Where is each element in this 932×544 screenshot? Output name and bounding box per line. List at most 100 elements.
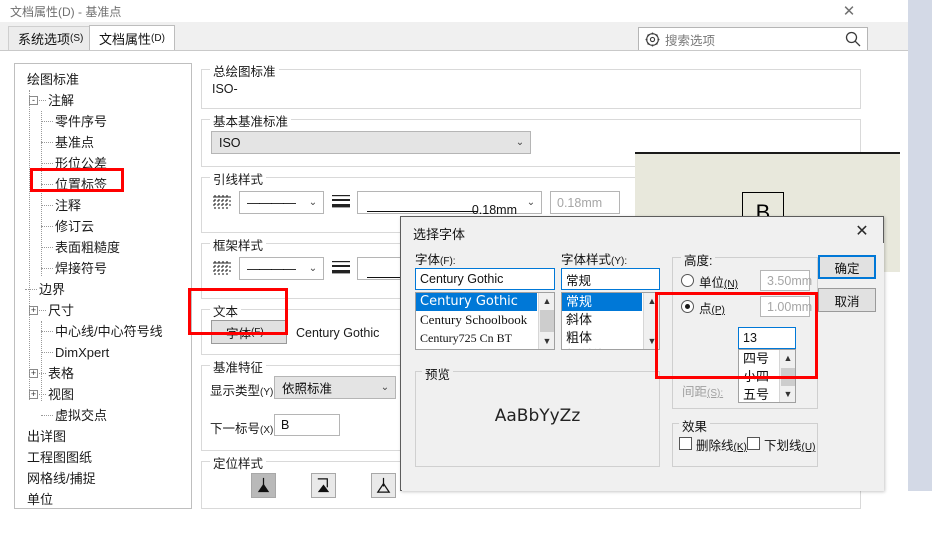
scroll-down-icon[interactable]: ▼ [539,333,554,349]
font-style-scrollbar[interactable]: ▲ ▼ [643,293,659,349]
tree-connector [41,163,53,164]
height-unit-input[interactable]: 3.50mm [760,270,813,291]
underline-checkbox[interactable] [747,437,760,450]
tree-connector [41,352,53,353]
expand-icon[interactable]: + [29,369,38,378]
tree-item-11[interactable]: + 尺寸 [15,300,191,321]
font-button[interactable]: 字体 (F)... [211,320,287,344]
layer-icon[interactable] [209,191,234,215]
tree-item-label: 注释 [55,198,82,213]
height-point-input[interactable]: 1.00mm [760,296,812,317]
frame-line-style-select[interactable]: ———— ⌄ [239,257,324,280]
font-style-list-item[interactable]: 斜体 [562,311,642,329]
group-base-datum-standard-title: 基本基准标准 [210,111,292,130]
tree-item-label: 工程图图纸 [27,450,93,465]
tree-connector [39,100,46,101]
tree-item-0[interactable]: 绘图标准 [15,69,191,90]
ok-button[interactable]: 确定 [818,255,876,279]
tree-connector [41,205,53,206]
strikeout-checkbox[interactable] [679,437,692,450]
thickness-icon[interactable] [330,191,352,213]
chevron-down-icon: ⌄ [308,197,318,208]
tree-item-1[interactable]: - 注解 [15,90,191,111]
search-icon[interactable] [845,31,861,47]
tab-system-options[interactable]: 系统选项 (S) [8,26,94,50]
point-size-list-item[interactable]: 五号 [739,386,778,402]
layer-icon[interactable] [209,257,234,281]
anchor-corner-icon[interactable] [311,473,336,498]
scrollbar-thumb[interactable] [540,310,554,332]
tree-item-17[interactable]: 出详图 [15,426,191,447]
settings-tree-scroll: 绘图标准 - 注解 零件序号 基准点 形位公差 位置标签 注释 修订云 表面粗糙度 焊接符号 边界 + 尺… [15,64,191,508]
base-datum-standard-value: ISO [219,135,241,150]
next-label-input[interactable]: B [274,414,340,436]
tab-document-properties[interactable]: 文档属性 (D) [89,25,175,51]
tree-item-10[interactable]: 边界 [15,279,191,300]
tree-item-20[interactable]: 单位 [15,489,191,508]
tree-connector [41,184,53,185]
scroll-up-icon[interactable]: ▲ [780,350,795,366]
leader-custom-thickness-input[interactable]: 0.18mm [550,191,620,214]
search-input[interactable]: 搜索选项 [638,27,868,51]
font-list-item[interactable]: Century725 Cn BT [416,329,537,347]
leader-line-style-value: ———— [247,195,296,210]
tree-item-label: 尺寸 [48,303,75,318]
app-root: 文档属性(D) - 基准点 ✕ 系统选项 (S) 文档属性 (D) 搜索选项 绘… [0,0,932,544]
desktop-right-strip [908,0,932,491]
font-list-item[interactable]: Century Gothic [416,293,537,311]
display-type-select[interactable]: 依照标准 ⌄ [274,376,396,399]
tree-item-label: 单位 [27,492,54,507]
height-unit-radio[interactable] [681,274,694,287]
display-type-value: 依照标准 [282,382,333,396]
anchor-outline-icon[interactable] [371,473,396,498]
point-size-input[interactable]: 13 [738,327,796,349]
tree-item-16[interactable]: 虚拟交点 [15,405,191,426]
leader-line-style-select[interactable]: ———— ⌄ [239,191,324,214]
height-unit-label: 单位(N) [699,276,738,290]
collapse-icon[interactable]: - [29,96,38,105]
expand-icon[interactable]: + [29,306,38,315]
font-style-list-item[interactable]: 粗斜体 [562,347,642,349]
thickness-icon[interactable] [330,257,352,279]
group-anchor-style-title: 定位样式 [210,453,267,472]
font-list-item[interactable]: Century Schoolbook [416,311,537,329]
next-label-value: B [281,418,290,432]
tree-connector [41,142,53,143]
leader-thickness-select[interactable]: 0.18mm ⌄ [357,191,542,217]
font-style-list-item[interactable]: 粗体 [562,329,642,347]
scrollbar-thumb[interactable] [781,368,795,386]
tree-item-label: 焊接符号 [55,261,108,276]
close-icon[interactable]: ✕ [828,0,870,22]
point-size-list[interactable]: 四号小四五号小五 ▲ ▼ [738,349,796,403]
point-size-scrollbar[interactable]: ▲ ▼ [779,350,795,402]
font-name-input[interactable]: Century Gothic [415,268,555,290]
font-style-field-label: 字体样式(Y): [561,253,628,267]
expand-icon[interactable]: + [29,390,38,399]
height-unit-value: 3.50mm [767,273,813,288]
anchor-filled-icon[interactable] [251,473,276,498]
base-datum-standard-select[interactable]: ISO ⌄ [211,131,531,154]
scroll-down-icon[interactable]: ▼ [644,333,659,349]
font-list[interactable]: Century Gothic Century Schoolbook Century7… [415,292,555,350]
close-icon[interactable]: ✕ [845,219,879,243]
font-style-input[interactable]: 常规 [561,268,660,290]
tree-connector-vertical [29,90,30,400]
font-list-scrollbar[interactable]: ▲ ▼ [538,293,554,349]
font-button-label: 字体 [225,326,251,341]
tree-item-18[interactable]: 工程图图纸 [15,447,191,468]
group-overall-standard: 总绘图标准 ISO- [201,61,861,109]
group-height-title: 高度: [681,250,716,269]
point-size-list-item[interactable]: 四号 [739,350,778,368]
window-title: 文档属性(D) - 基准点 [10,5,122,19]
font-style-list-item[interactable]: 常规 [562,293,642,311]
font-style-list[interactable]: 常规斜体粗体粗斜体 ▲ ▼ [561,292,660,350]
height-point-radio[interactable] [681,300,694,313]
tree-item-label: 表格 [48,366,75,381]
tree-item-19[interactable]: 网格线/捕捉 [15,468,191,489]
scroll-up-icon[interactable]: ▲ [644,293,659,309]
scroll-down-icon[interactable]: ▼ [780,386,795,402]
scroll-up-icon[interactable]: ▲ [539,293,554,309]
settings-tree[interactable]: 绘图标准 - 注解 零件序号 基准点 形位公差 位置标签 注释 修订云 表面粗糙度 焊接符号 边界 + 尺… [14,63,192,509]
cancel-button[interactable]: 取消 [818,288,876,312]
point-size-list-item[interactable]: 小四 [739,368,778,386]
